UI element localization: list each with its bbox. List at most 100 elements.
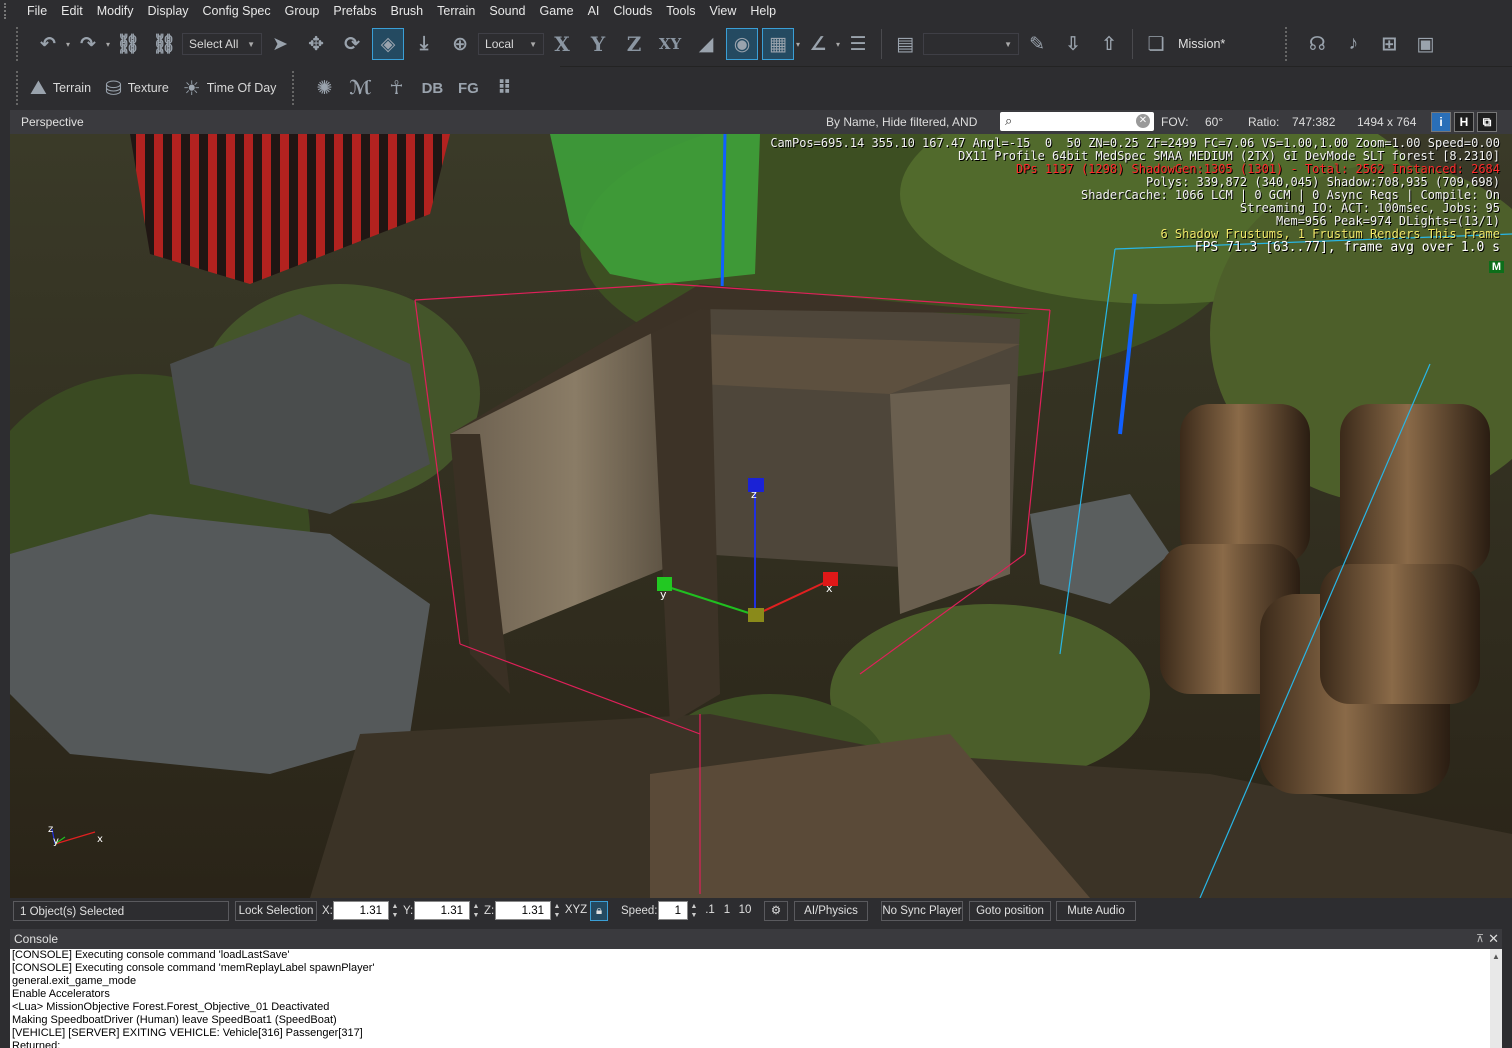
move-icon[interactable]: ✥ bbox=[301, 29, 331, 59]
filter-label[interactable]: By Name, Hide filtered, AND bbox=[826, 115, 977, 129]
grid-icon[interactable]: ▦ bbox=[762, 28, 795, 60]
y-coordinate-field[interactable]: 1.31 bbox=[414, 901, 470, 920]
grid-dots-icon[interactable]: ⠿ bbox=[489, 73, 519, 103]
export-icon[interactable]: ⇧ bbox=[1094, 29, 1124, 59]
mission-label[interactable]: Mission* bbox=[1178, 37, 1225, 51]
gizmo-center-handle[interactable] bbox=[748, 608, 764, 622]
viewport-title[interactable]: Perspective bbox=[21, 115, 84, 129]
no-sync-player-button[interactable]: No Sync Player bbox=[881, 901, 963, 921]
z-spinner-icon[interactable]: ▲ ▼ bbox=[553, 902, 561, 920]
character-editor-icon[interactable]: ℳ bbox=[345, 73, 375, 103]
console-scrollbar[interactable]: ▲ bbox=[1490, 949, 1502, 1048]
game-mode-icon[interactable]: ⚙ bbox=[764, 901, 788, 921]
toolbar-grip[interactable] bbox=[292, 71, 300, 105]
menu-prefabs[interactable]: Prefabs bbox=[326, 0, 383, 22]
menu-view[interactable]: View bbox=[702, 0, 743, 22]
toolbar-grip[interactable] bbox=[1285, 27, 1293, 61]
select-arrow-icon[interactable]: ➤ bbox=[265, 29, 295, 59]
terrain-axis-icon[interactable]: ◢ bbox=[691, 29, 721, 59]
menu-file[interactable]: File bbox=[20, 0, 54, 22]
unlink-icon[interactable]: ⛓ bbox=[149, 29, 179, 59]
speed-0-1-button[interactable]: .1 bbox=[702, 901, 718, 921]
xyz-button[interactable]: XYZ bbox=[564, 901, 588, 921]
coord-space-dropdown[interactable]: Local ▼ bbox=[478, 33, 545, 55]
search-input[interactable]: ⌕ ✕ bbox=[1000, 112, 1154, 131]
mute-audio-button[interactable]: Mute Audio bbox=[1056, 901, 1136, 921]
hide-helpers-button[interactable]: H bbox=[1454, 112, 1474, 132]
layer-list-icon[interactable]: ▤ bbox=[890, 29, 920, 59]
menu-clouds[interactable]: Clouds bbox=[606, 0, 659, 22]
axis-z-button[interactable]: Z bbox=[619, 29, 649, 59]
angle-snap-icon[interactable]: ∠ bbox=[803, 29, 833, 59]
redo-dropdown-icon[interactable]: ▾ bbox=[106, 40, 110, 49]
menu-sound[interactable]: Sound bbox=[482, 0, 532, 22]
eye-icon[interactable]: ◉ bbox=[726, 28, 759, 60]
texture-button[interactable]: ⛁ Texture bbox=[105, 76, 169, 101]
menu-edit[interactable]: Edit bbox=[54, 0, 90, 22]
menu-ai[interactable]: AI bbox=[581, 0, 607, 22]
ratio-value[interactable]: 747:382 bbox=[1292, 115, 1335, 129]
3d-viewport[interactable]: z y x x z y CamPos=695.14 355.10 167.47 … bbox=[10, 134, 1512, 898]
grid-dropdown-icon[interactable]: ▾ bbox=[796, 40, 800, 49]
edit-list-icon[interactable]: ✎ bbox=[1022, 29, 1052, 59]
menu-help[interactable]: Help bbox=[743, 0, 783, 22]
speed-1-button[interactable]: 1 bbox=[720, 901, 734, 921]
toolbar-grip[interactable] bbox=[16, 27, 24, 61]
database-icon[interactable]: ▣ bbox=[1410, 29, 1440, 59]
person-icon[interactable]: ☥ bbox=[381, 73, 411, 103]
axis-y-button[interactable]: Y bbox=[583, 29, 613, 59]
x-coordinate-field[interactable]: 1.31 bbox=[333, 901, 389, 920]
console-output[interactable]: [CONSOLE] Executing console command 'loa… bbox=[10, 949, 1490, 1048]
menu-brush[interactable]: Brush bbox=[383, 0, 430, 22]
clear-search-icon[interactable]: ✕ bbox=[1136, 114, 1150, 128]
z-coordinate-field[interactable]: 1.31 bbox=[495, 901, 551, 920]
layer-dropdown[interactable]: ▼ bbox=[923, 33, 1020, 55]
lock-selection-button[interactable]: Lock Selection bbox=[235, 901, 317, 921]
angle-dropdown-icon[interactable]: ▾ bbox=[836, 40, 840, 49]
goto-position-button[interactable]: Goto position bbox=[969, 901, 1051, 921]
menu-tools[interactable]: Tools bbox=[659, 0, 702, 22]
x-spinner-icon[interactable]: ▲ ▼ bbox=[391, 902, 399, 920]
menu-modify[interactable]: Modify bbox=[90, 0, 141, 22]
menu-group[interactable]: Group bbox=[278, 0, 327, 22]
fov-value[interactable]: 60° bbox=[1205, 115, 1223, 129]
select-all-dropdown[interactable]: Select All ▼ bbox=[182, 33, 263, 55]
axis-x-button[interactable]: X bbox=[547, 29, 577, 59]
maximize-viewport-icon[interactable]: ⧉ bbox=[1477, 112, 1497, 132]
ai-physics-button[interactable]: AI/Physics bbox=[794, 901, 868, 921]
layers-icon[interactable]: ❏ bbox=[1141, 29, 1171, 59]
link-icon[interactable]: ⛓ bbox=[113, 29, 143, 59]
undo-dropdown-icon[interactable]: ▾ bbox=[66, 40, 70, 49]
snap-object-icon[interactable]: ⊕ bbox=[445, 29, 475, 59]
menu-grip[interactable] bbox=[4, 3, 20, 19]
terrain-button[interactable]: ⛰ Terrain bbox=[30, 77, 91, 100]
particle-icon[interactable]: ✺ bbox=[309, 73, 339, 103]
pin-icon[interactable]: ⊼ bbox=[1476, 929, 1484, 949]
snap-terrain-icon[interactable]: ⤓ bbox=[409, 29, 439, 59]
scale-icon[interactable]: ◈ bbox=[372, 28, 405, 60]
speed-field[interactable]: 1 bbox=[658, 901, 688, 920]
menu-display[interactable]: Display bbox=[141, 0, 196, 22]
scroll-up-icon[interactable]: ▲ bbox=[1490, 952, 1502, 961]
fg-button[interactable]: FG bbox=[453, 73, 483, 103]
menu-config-spec[interactable]: Config Spec bbox=[196, 0, 278, 22]
material-icon[interactable]: ⊞ bbox=[1374, 29, 1404, 59]
speed-spinner-icon[interactable]: ▲ ▼ bbox=[690, 902, 698, 920]
db-button[interactable]: DB bbox=[417, 73, 447, 103]
close-icon[interactable]: ✕ bbox=[1488, 929, 1499, 949]
sound-icon[interactable]: ♪ bbox=[1338, 29, 1368, 59]
resolution-value[interactable]: 1494 x 764 bbox=[1357, 115, 1416, 129]
axis-xy-button[interactable]: XY bbox=[655, 29, 685, 59]
align-icon[interactable]: ☰ bbox=[843, 29, 873, 59]
undo-icon[interactable]: ↶ bbox=[33, 29, 63, 59]
y-spinner-icon[interactable]: ▲ ▼ bbox=[472, 902, 480, 920]
import-icon[interactable]: ⇩ bbox=[1058, 29, 1088, 59]
ai-icon[interactable]: ☊ bbox=[1302, 29, 1332, 59]
lock-icon[interactable]: 🔒︎ bbox=[590, 901, 608, 921]
time-of-day-button[interactable]: ☀ Time Of Day bbox=[183, 76, 277, 101]
menu-game[interactable]: Game bbox=[533, 0, 581, 22]
menu-terrain[interactable]: Terrain bbox=[430, 0, 482, 22]
info-button[interactable]: i bbox=[1431, 112, 1451, 132]
toolbar-grip[interactable] bbox=[16, 71, 24, 105]
redo-icon[interactable]: ↷ bbox=[73, 29, 103, 59]
